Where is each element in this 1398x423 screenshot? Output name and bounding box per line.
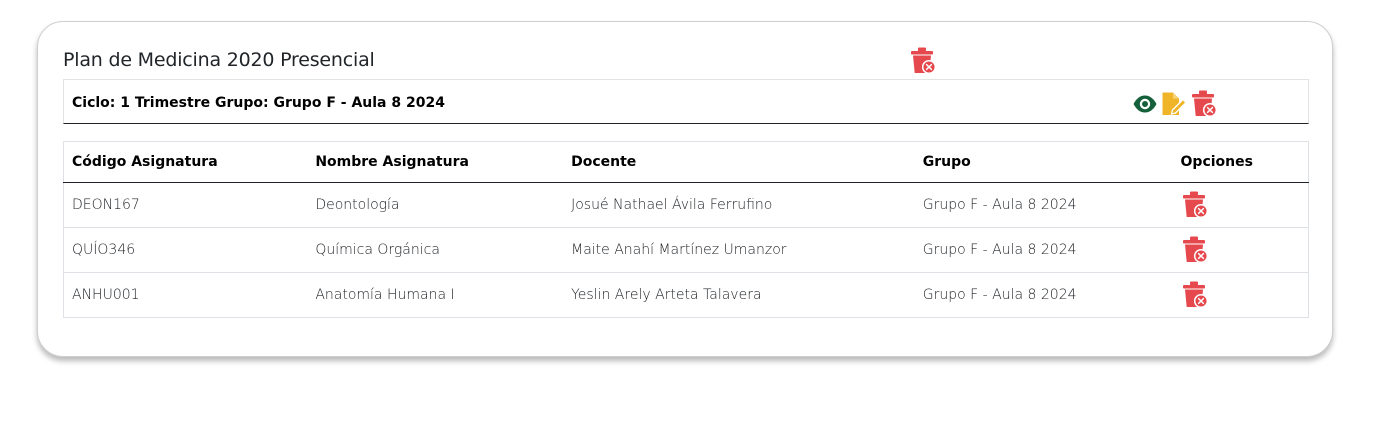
cycle-header: Ciclo: 1 Trimestre Grupo: Grupo F - Aula… (63, 79, 1309, 124)
table-row: DEON167 Deontología Josué Nathael Ávila … (64, 183, 1309, 228)
eye-icon[interactable] (1132, 91, 1158, 117)
cell-options (1172, 227, 1309, 273)
delete-plan-trash-icon[interactable] (909, 46, 937, 76)
cell-options (1172, 272, 1309, 318)
cell-group: Grupo F - Aula 8 2024 (914, 227, 1173, 273)
cycle-actions (1132, 89, 1218, 119)
trash-delete-icon[interactable] (1181, 190, 1209, 220)
cell-options (1173, 183, 1309, 228)
cell-name: Anatomía Humana I (307, 272, 564, 318)
cell-code: ANHU001 (63, 272, 308, 318)
header-grupo: Grupo (914, 141, 1173, 183)
trash-delete-icon[interactable] (1181, 235, 1209, 265)
cell-group: Grupo F - Aula 8 2024 (914, 272, 1173, 318)
cell-name: Química Orgánica (307, 227, 564, 273)
header-codigo: Código Asignatura (63, 141, 308, 183)
cell-name: Deontología (315, 197, 400, 213)
cell-code: QUÍO346 (63, 227, 308, 273)
table-header-row: Código Asignatura Nombre Asignatura Doce… (63, 141, 1309, 183)
header-opciones: Opciones (1172, 141, 1309, 183)
header-docente: Docente (563, 141, 915, 183)
cell-teacher: Josué Nathael Ávila Ferrufino (571, 197, 773, 213)
trash-delete-icon[interactable] (1181, 280, 1209, 310)
cell-teacher: Yeslin Arely Arteta Talavera (563, 272, 915, 318)
cell-code: DEON167 (72, 197, 140, 213)
plan-card: Plan de Medicina 2020 Presencial Ciclo: … (37, 21, 1333, 357)
cycle-title: Ciclo: 1 Trimestre Grupo: Grupo F - Aula… (72, 95, 445, 111)
cell-teacher: Maite Anahí Martínez Umanzor (563, 227, 915, 273)
file-edit-icon[interactable] (1160, 91, 1188, 117)
cell-group: Grupo F - Aula 8 2024 (922, 197, 1077, 213)
plan-title: Plan de Medicina 2020 Presencial (63, 49, 375, 71)
header-nombre: Nombre Asignatura (307, 141, 564, 183)
table-row: QUÍO346 Química Orgánica Maite Anahí Mar… (63, 227, 1309, 273)
subjects-table: Código Asignatura Nombre Asignatura Doce… (63, 141, 1309, 318)
trash-delete-icon[interactable] (1190, 89, 1218, 119)
table-row: ANHU001 Anatomía Humana I Yeslin Arely A… (63, 272, 1309, 318)
